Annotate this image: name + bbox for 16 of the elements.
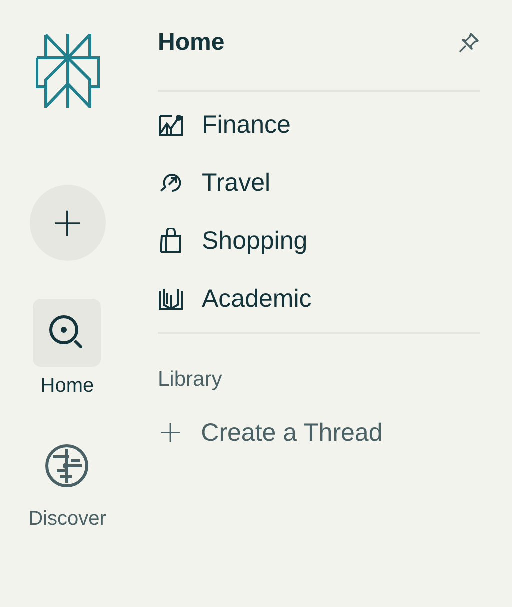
globe-icon xyxy=(44,443,90,489)
bag-icon xyxy=(158,228,184,254)
topic-item[interactable]: Travel xyxy=(158,166,480,200)
logo-icon xyxy=(36,34,100,108)
topic-item[interactable]: Finance xyxy=(158,108,480,142)
new-thread-button[interactable]: + xyxy=(30,185,106,261)
chart-icon xyxy=(158,113,184,137)
nav-item[interactable]: Discover xyxy=(28,432,106,531)
pin-icon[interactable] xyxy=(458,32,480,54)
loop-arrow-icon xyxy=(158,171,184,195)
create-thread-link[interactable]: + Create a Thread xyxy=(158,418,480,448)
topic-item[interactable]: Academic xyxy=(158,282,480,316)
book-icon xyxy=(158,287,184,311)
panel-title: Home xyxy=(158,29,225,57)
section-heading: Library xyxy=(158,368,224,392)
topic-item[interactable]: Shopping xyxy=(158,224,480,258)
